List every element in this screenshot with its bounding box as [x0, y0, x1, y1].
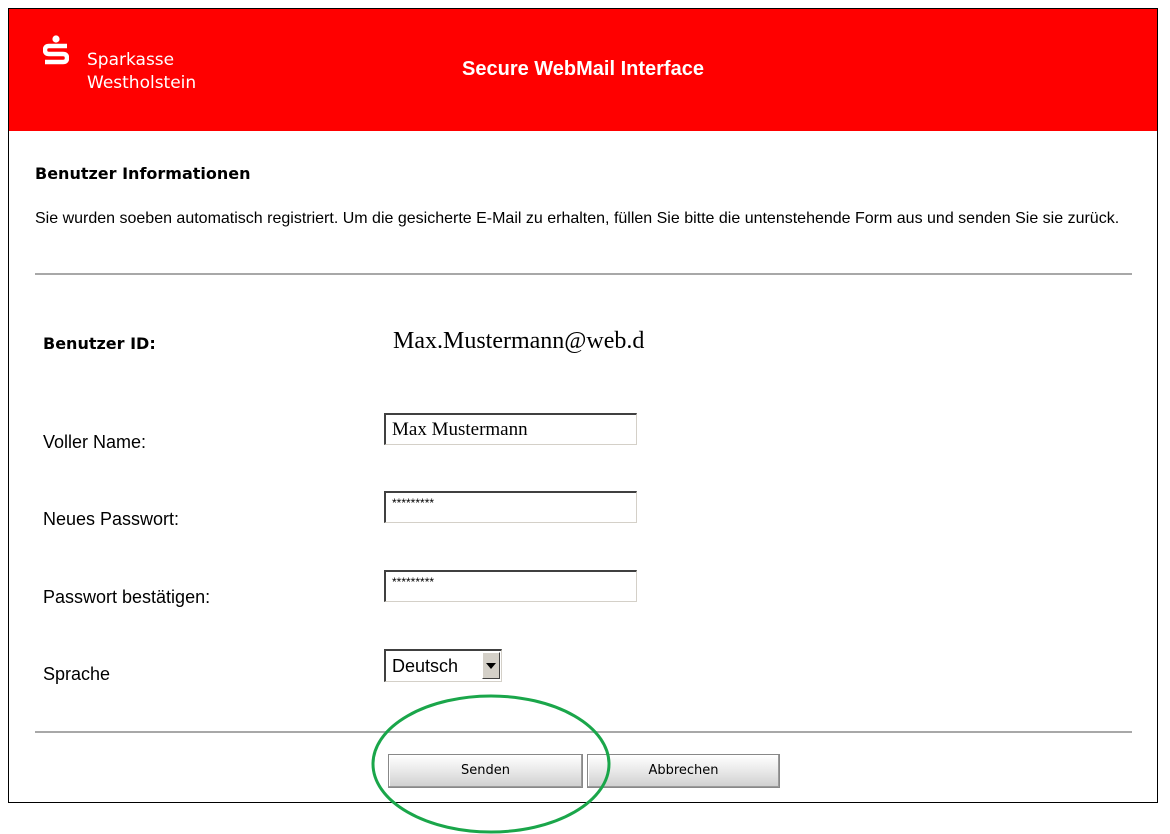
confirm-password-field[interactable] — [384, 570, 637, 602]
divider-top — [35, 273, 1132, 275]
user-id-value: Max.Mustermann@web.d — [393, 328, 645, 354]
chevron-down-icon[interactable] — [482, 652, 500, 679]
user-id-label: Benutzer ID: — [43, 334, 156, 353]
language-select[interactable]: Deutsch — [384, 649, 502, 682]
cancel-button[interactable]: Abbrechen — [587, 754, 780, 788]
divider-bottom — [35, 731, 1132, 733]
section-title: Benutzer Informationen — [35, 164, 251, 183]
intro-text: Sie wurden soeben automatisch registrier… — [35, 210, 1120, 227]
webmail-window: Sparkasse Westholstein Secure WebMail In… — [8, 8, 1158, 803]
full-name-label: Voller Name: — [43, 432, 147, 452]
confirm-password-label: Passwort bestätigen: — [43, 587, 211, 607]
send-button[interactable]: Senden — [388, 754, 583, 788]
page-header-title: Secure WebMail Interface — [462, 58, 704, 80]
new-password-field[interactable] — [384, 491, 637, 523]
header-bar: Sparkasse Westholstein Secure WebMail In… — [9, 9, 1157, 131]
language-label: Sprache — [43, 664, 111, 684]
new-password-label: Neues Passwort: — [43, 509, 180, 529]
language-selected-value: Deutsch — [392, 656, 459, 676]
full-name-field[interactable] — [384, 413, 637, 445]
